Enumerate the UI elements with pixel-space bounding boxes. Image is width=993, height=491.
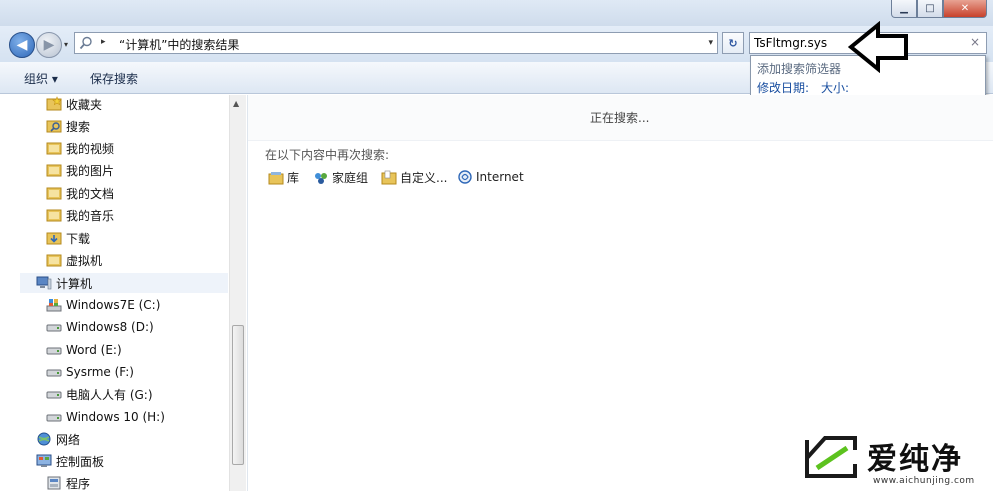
tree-item-label: 我的音乐	[66, 208, 115, 223]
navigation-pane: 收藏夹 搜索 我的视频 我的图片 我的文档 我的音乐 下载 虚拟机 计算机 Wi…	[0, 95, 246, 491]
favorites-icon	[46, 96, 62, 111]
close-button[interactable]: ✕	[943, 0, 987, 18]
tree-item-drive-e[interactable]: Word (E:)	[46, 340, 122, 360]
tree-item-downloads[interactable]: 下载	[46, 228, 90, 248]
watermark-logo-icon	[805, 436, 857, 478]
folder-icon	[46, 187, 62, 200]
download-folder-icon	[46, 232, 62, 245]
search-again-homegroup[interactable]: 家庭组	[313, 169, 368, 186]
tree-item-favorites[interactable]: 收藏夹	[46, 94, 102, 114]
filter-title: 添加搜索筛选器	[757, 62, 842, 76]
tree-item-label: 收藏夹	[66, 97, 103, 112]
tree-item-label: 搜索	[66, 119, 91, 134]
search-again-custom[interactable]: 自定义...	[381, 169, 447, 186]
tree-item-virtual-machines[interactable]: 虚拟机	[46, 250, 102, 270]
tree-item-network[interactable]: 网络	[36, 429, 80, 449]
location-label: 库	[287, 171, 300, 185]
filter-date-modified[interactable]: 修改日期:	[757, 79, 809, 96]
title-bar: ▁ □ ✕	[0, 0, 993, 26]
clear-search-icon[interactable]: ×	[970, 35, 980, 49]
breadcrumb-separator[interactable]: ▸	[101, 37, 106, 47]
back-button[interactable]: ◀	[9, 32, 35, 58]
scrollbar-thumb[interactable]	[232, 325, 244, 465]
window-controls: ▁ □ ✕	[891, 0, 987, 18]
tree-item-label: 电脑人人有 (G:)	[66, 387, 153, 402]
system-drive-icon	[46, 299, 62, 312]
maximize-button[interactable]: □	[917, 0, 943, 18]
tree-item-label: Word (E:)	[66, 343, 122, 357]
network-icon	[37, 432, 51, 446]
tree-item-my-videos[interactable]: 我的视频	[46, 138, 114, 158]
navigation-scrollbar[interactable]: ▲	[229, 95, 246, 491]
address-dropdown[interactable]: ▾	[708, 38, 713, 48]
tree-item-label: 计算机	[56, 276, 93, 291]
address-bar[interactable]: ▸ “计算机”中的搜索结果 ▾	[74, 32, 718, 54]
tree-item-drive-h[interactable]: Windows 10 (H:)	[46, 407, 165, 427]
tree-item-label: Windows8 (D:)	[66, 320, 154, 334]
tree-item-computer[interactable]: 计算机	[20, 273, 228, 293]
library-icon	[268, 171, 284, 184]
tree-item-label: Windows 10 (H:)	[66, 410, 165, 424]
tree-item-label: 我的图片	[66, 163, 115, 178]
drive-icon	[46, 391, 62, 399]
watermark-url: www.aichunjing.com	[873, 476, 975, 486]
organize-menu[interactable]: 组织 ▾	[24, 70, 58, 87]
refresh-button[interactable]: ↻	[722, 32, 744, 54]
tree-item-drive-g[interactable]: 电脑人人有 (G:)	[46, 384, 153, 404]
search-status: 正在搜索...	[590, 111, 650, 125]
watermark: 爱纯净 www.aichunjing.com	[803, 430, 993, 491]
breadcrumb[interactable]: “计算机”中的搜索结果	[119, 36, 239, 53]
search-status-band: 正在搜索...	[248, 95, 993, 141]
watermark-text: 爱纯净	[867, 442, 963, 477]
program-icon	[47, 476, 61, 490]
drive-icon	[46, 369, 62, 377]
computer-icon	[36, 276, 52, 290]
tree-item-drive-f[interactable]: Sysrme (F:)	[46, 362, 134, 382]
tree-item-drive-d[interactable]: Windows8 (D:)	[46, 317, 154, 337]
tree-item-drive-c[interactable]: Windows7E (C:)	[46, 295, 160, 315]
tree-item-control-panel[interactable]: 控制面板	[36, 451, 104, 471]
recent-pages-dropdown[interactable]: ▾	[64, 40, 68, 49]
location-label: 自定义...	[400, 171, 448, 185]
minimize-button[interactable]: ▁	[891, 0, 917, 18]
save-search-button[interactable]: 保存搜索	[90, 70, 138, 87]
folder-icon	[46, 254, 62, 267]
tree-item-search[interactable]: 搜索	[46, 116, 90, 136]
forward-button[interactable]: ▶	[36, 32, 62, 58]
tree-item-label: Sysrme (F:)	[66, 365, 134, 379]
search-again-label: 在以下内容中再次搜索:	[265, 148, 390, 162]
scroll-up-icon[interactable]: ▲	[233, 99, 239, 108]
tree-item-label: 下载	[66, 231, 91, 246]
search-folder-icon	[46, 120, 62, 133]
tree-item-my-music[interactable]: 我的音乐	[46, 205, 114, 225]
tree-item-label: Windows7E (C:)	[66, 298, 161, 312]
custom-folder-icon	[381, 170, 397, 184]
annotation-arrow-icon	[848, 21, 908, 73]
drive-icon	[46, 414, 62, 422]
internet-icon	[458, 170, 472, 184]
control-panel-icon	[36, 454, 52, 467]
tree-item-label: 我的视频	[66, 141, 115, 156]
tree-item-label: 我的文档	[66, 186, 115, 201]
search-again-libraries[interactable]: 库	[268, 169, 299, 186]
tree-item-label: 程序	[66, 476, 91, 491]
tree-item-my-documents[interactable]: 我的文档	[46, 183, 114, 203]
homegroup-icon	[315, 172, 327, 184]
search-icon	[79, 36, 92, 50]
location-label: Internet	[476, 170, 524, 184]
location-label: 家庭组	[332, 171, 369, 185]
tree-item-label: 控制面板	[56, 454, 105, 469]
tree-item-label: 网络	[56, 432, 81, 447]
tree-item-programs[interactable]: 程序	[46, 473, 90, 491]
tree-item-label: 虚拟机	[66, 253, 103, 268]
folder-icon	[46, 209, 62, 222]
tree-item-my-pictures[interactable]: 我的图片	[46, 160, 114, 180]
drive-icon	[46, 324, 62, 332]
filter-size[interactable]: 大小:	[821, 79, 849, 96]
folder-icon	[46, 142, 62, 155]
drive-icon	[46, 347, 62, 355]
search-again-internet[interactable]: Internet	[457, 169, 524, 185]
folder-icon	[46, 164, 62, 177]
